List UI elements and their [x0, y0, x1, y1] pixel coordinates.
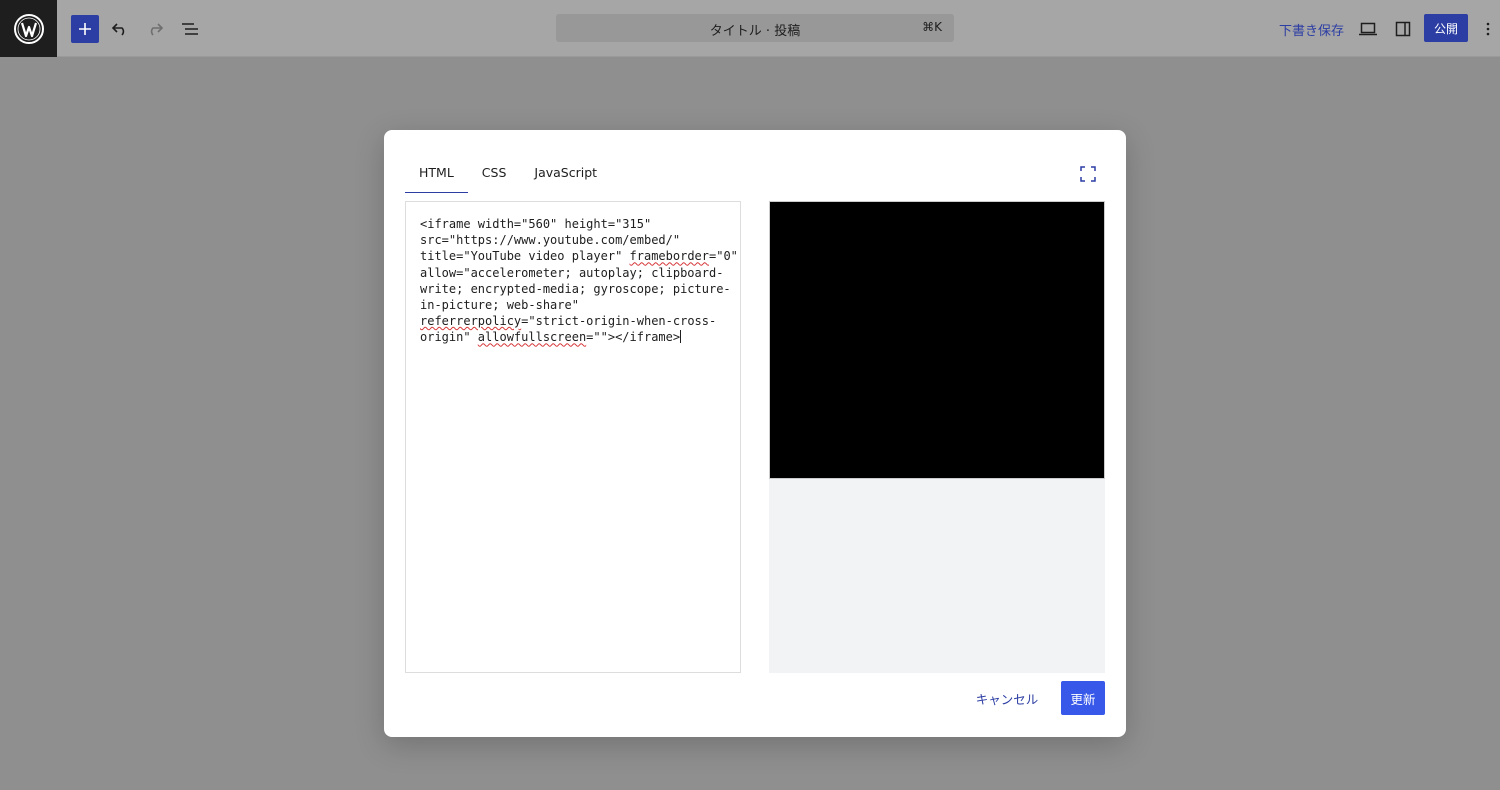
more-vertical-icon	[1486, 22, 1490, 36]
code-content: <iframe width="560" height="315" src="htt…	[420, 216, 738, 346]
video-embed-preview[interactable]	[769, 201, 1105, 479]
code-line: referrerpolicy="strict-origin-when-cross…	[420, 314, 717, 329]
cancel-button[interactable]: キャンセル	[969, 681, 1045, 715]
list-view-icon	[182, 23, 198, 35]
code-line: write; encrypted-media; gyroscope; pictu…	[420, 281, 731, 296]
command-palette-bar[interactable]: タイトル · 投稿 ⌘K	[556, 14, 954, 42]
code-line-text: origin" allowfullscreen=""></iframe>	[420, 330, 681, 345]
code-line: allow="accelerometer; autoplay; clipboar…	[420, 265, 724, 280]
code-editor-modal: HTML CSS JavaScript <iframe width="560" …	[384, 130, 1126, 737]
html-preview	[769, 201, 1105, 673]
undo-icon	[111, 23, 125, 36]
tab-javascript[interactable]: JavaScript	[520, 156, 611, 193]
code-line: origin" allowfullscreen=""></iframe>	[420, 329, 726, 345]
options-button[interactable]	[1478, 16, 1498, 42]
redo-button[interactable]	[142, 16, 168, 42]
redo-icon	[150, 23, 164, 36]
preview-button[interactable]	[1355, 16, 1381, 42]
code-line: in-picture; web-share"	[420, 298, 579, 313]
tab-css[interactable]: CSS	[468, 156, 521, 193]
code-line: <iframe width="560" height="315"	[420, 217, 652, 231]
code-line: title="YouTube video player" frameborder…	[420, 249, 738, 264]
settings-sidebar-button[interactable]	[1390, 16, 1416, 42]
document-overview-button[interactable]	[177, 16, 203, 42]
plus-icon	[79, 23, 91, 35]
save-draft-button[interactable]: 下書き保存	[1279, 20, 1344, 39]
sidebar-icon	[1395, 21, 1411, 37]
code-tabs: HTML CSS JavaScript	[405, 156, 611, 193]
document-title: タイトル · 投稿	[709, 24, 801, 39]
desktop-preview-icon	[1359, 22, 1377, 36]
publish-button[interactable]: 公開	[1424, 14, 1468, 42]
update-button[interactable]: 更新	[1061, 681, 1105, 715]
command-shortcut: ⌘K	[922, 20, 942, 34]
add-block-button[interactable]	[71, 15, 99, 43]
fullscreen-icon	[1080, 166, 1096, 182]
text-caret	[680, 330, 682, 344]
code-editor[interactable]: <iframe width="560" height="315" src="htt…	[405, 201, 741, 673]
editor-toolbar: タイトル · 投稿 ⌘K 下書き保存 公開	[0, 0, 1500, 57]
fullscreen-button[interactable]	[1077, 163, 1099, 185]
undo-button[interactable]	[107, 16, 133, 42]
code-line: src="https://www.youtube.com/embed/"	[420, 233, 681, 248]
wordpress-logo-icon[interactable]	[0, 0, 57, 57]
tab-html[interactable]: HTML	[405, 156, 468, 193]
